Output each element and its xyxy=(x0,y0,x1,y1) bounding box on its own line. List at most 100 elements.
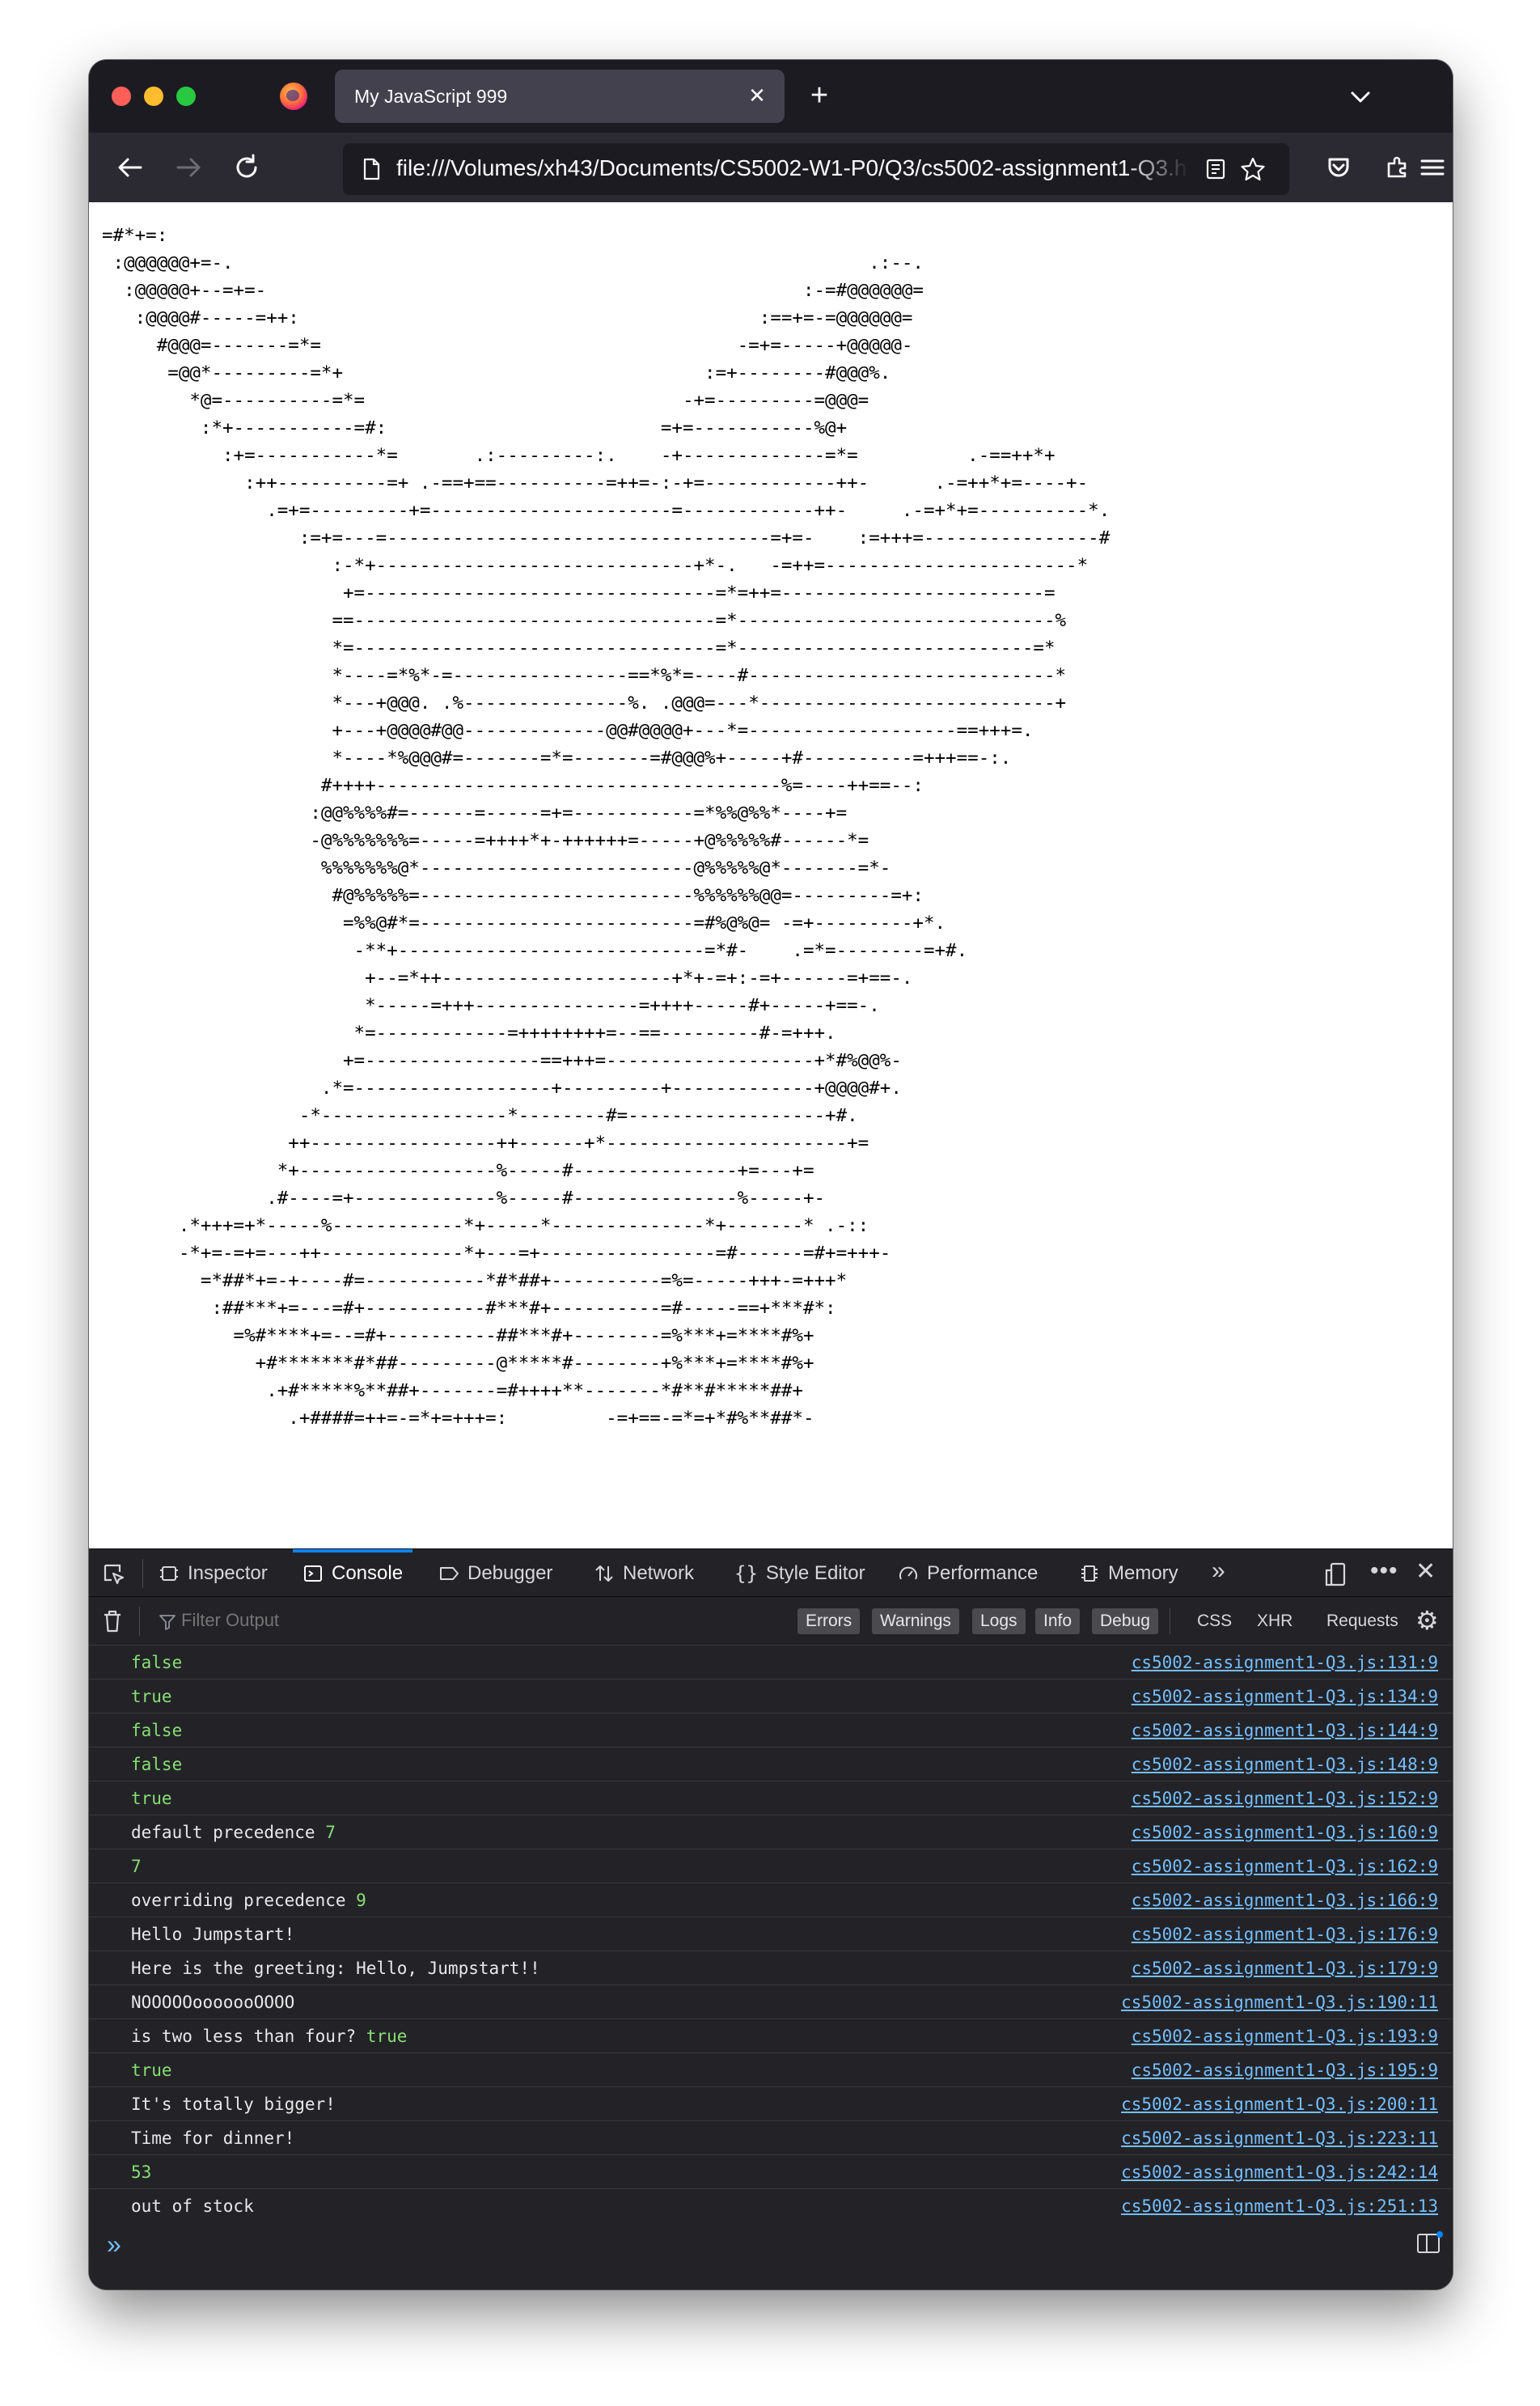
console-value-token: true xyxy=(131,1687,172,1706)
url-text[interactable]: file:///Volumes/xh43/Documents/CS5002-W1… xyxy=(396,152,1189,184)
filter-errors[interactable]: Errors xyxy=(798,1608,861,1634)
console-message-source-link[interactable]: cs5002-assignment1-Q3.js:144:9 xyxy=(1132,1721,1438,1740)
performance-icon xyxy=(899,1566,917,1580)
new-tab-button[interactable]: + xyxy=(801,78,838,115)
element-picker-icon[interactable] xyxy=(100,1561,128,1588)
filter-xhr[interactable]: XHR xyxy=(1249,1608,1301,1634)
filter-info[interactable]: Info xyxy=(1035,1608,1081,1634)
console-message-row: true cs5002-assignment1-Q3.js:134:9 xyxy=(89,1680,1453,1713)
list-all-tabs-icon[interactable] xyxy=(1343,79,1378,115)
style-editor-icon: {} xyxy=(734,1562,758,1585)
tab-close-icon[interactable]: ✕ xyxy=(744,83,770,108)
browser-tab[interactable]: My JavaScript 999 ✕ xyxy=(335,70,785,123)
zoom-window-button[interactable] xyxy=(176,87,196,106)
console-message-text: false xyxy=(131,1653,182,1672)
console-value-token: false xyxy=(131,1755,183,1774)
tab-label: Inspector xyxy=(188,1562,268,1584)
close-window-button[interactable] xyxy=(112,87,131,106)
bookmark-star-icon[interactable] xyxy=(1239,155,1267,183)
console-message-source-link[interactable]: cs5002-assignment1-Q3.js:190:11 xyxy=(1121,1993,1438,2012)
console-message-source-link[interactable]: cs5002-assignment1-Q3.js:200:11 xyxy=(1121,2095,1438,2114)
filter-output-input[interactable] xyxy=(181,1610,828,1631)
forward-icon[interactable] xyxy=(168,147,209,188)
menu-icon[interactable] xyxy=(1415,147,1453,188)
options-icon[interactable]: ••• xyxy=(1370,1557,1398,1585)
reload-icon[interactable] xyxy=(226,147,267,188)
network-icon xyxy=(595,1565,613,1582)
console-message-source-link[interactable]: cs5002-assignment1-Q3.js:242:14 xyxy=(1121,2162,1438,2182)
console-message-row: false cs5002-assignment1-Q3.js:148:9 xyxy=(89,1747,1453,1781)
page-content: =#*+=: :@@@@@@+=-. .:--. :@@@@@+--=+=- :… xyxy=(89,202,1453,1548)
console-icon xyxy=(304,1565,322,1582)
tab-bar: My JavaScript 999 ✕ + xyxy=(89,60,1453,133)
reader-view-icon[interactable] xyxy=(1204,157,1228,181)
tab-memory[interactable]: Memory xyxy=(1079,1549,1178,1598)
console-value-token: 9 xyxy=(356,1891,366,1910)
filter-debug[interactable]: Debug xyxy=(1092,1608,1158,1634)
console-message-row: false cs5002-assignment1-Q3.js:131:9 xyxy=(89,1646,1453,1680)
filter-divider xyxy=(139,1607,140,1636)
extensions-icon[interactable] xyxy=(1377,147,1417,188)
console-message-source-link[interactable]: cs5002-assignment1-Q3.js:160:9 xyxy=(1132,1823,1438,1842)
toolbar-divider xyxy=(142,1559,143,1588)
tab-debugger[interactable]: Debugger xyxy=(438,1549,552,1598)
console-message-text: true xyxy=(131,1789,172,1808)
console-input-row[interactable]: » xyxy=(89,2215,1453,2290)
console-message-source-link[interactable]: cs5002-assignment1-Q3.js:162:9 xyxy=(1132,1857,1438,1876)
console-message-text: Here is the greeting: Hello, Jumpstart!! xyxy=(131,1959,540,1978)
console-message-source-link[interactable]: cs5002-assignment1-Q3.js:179:9 xyxy=(1132,1959,1438,1978)
console-message-text: Time for dinner! xyxy=(131,2129,295,2148)
console-message-row: default precedence 7 cs5002-assignment1-Q… xyxy=(89,1815,1453,1849)
console-message-row: Here is the greeting: Hello, Jumpstart!!… xyxy=(89,1951,1453,1985)
console-message-source-link[interactable]: cs5002-assignment1-Q3.js:134:9 xyxy=(1132,1687,1438,1706)
tab-label: Network xyxy=(623,1562,695,1584)
responsive-design-icon[interactable] xyxy=(1323,1561,1351,1588)
console-settings-gear-icon[interactable]: ⚙ xyxy=(1415,1605,1439,1636)
page-file-icon[interactable] xyxy=(359,157,383,181)
filter-warnings[interactable]: Warnings xyxy=(872,1608,959,1634)
filter-logs[interactable]: Logs xyxy=(972,1608,1026,1634)
filter-requests[interactable]: Requests xyxy=(1318,1608,1407,1634)
console-message-text: It's totally bigger! xyxy=(131,2095,336,2114)
console-message-text: false xyxy=(131,1755,182,1774)
firefox-view-icon[interactable] xyxy=(280,83,307,110)
filter-css[interactable]: CSS xyxy=(1189,1608,1240,1634)
console-message-source-link[interactable]: cs5002-assignment1-Q3.js:251:13 xyxy=(1121,2196,1438,2216)
pocket-icon[interactable] xyxy=(1318,147,1359,188)
ascii-art: =#*+=: :@@@@@@+=-. .:--. :@@@@@+--=+=- :… xyxy=(102,225,1111,1429)
console-message-text: default precedence 7 xyxy=(131,1823,336,1842)
console-message-text: true xyxy=(131,1687,172,1706)
console-value-token: true xyxy=(366,2027,408,2046)
debugger-icon xyxy=(440,1567,459,1580)
console-message-source-link[interactable]: cs5002-assignment1-Q3.js:166:9 xyxy=(1132,1891,1438,1910)
back-icon[interactable] xyxy=(110,147,150,188)
console-message-text: is two less than four? true xyxy=(131,2027,408,2046)
editor-mode-icon[interactable] xyxy=(1415,2231,1443,2256)
tab-performance[interactable]: Performance xyxy=(898,1549,1038,1598)
clear-console-icon[interactable] xyxy=(100,1608,125,1634)
console-message-row: is two less than four? true cs5002-assign… xyxy=(89,2019,1453,2053)
tab-network[interactable]: Network xyxy=(594,1549,694,1598)
console-message-source-link[interactable]: cs5002-assignment1-Q3.js:223:11 xyxy=(1121,2129,1438,2148)
tab-inspector[interactable]: Inspector xyxy=(159,1549,268,1598)
minimize-window-button[interactable] xyxy=(144,87,163,106)
console-message-source-link[interactable]: cs5002-assignment1-Q3.js:176:9 xyxy=(1132,1925,1438,1944)
tab-label: Memory xyxy=(1108,1562,1178,1584)
more-tools-icon[interactable]: » xyxy=(1212,1557,1225,1585)
console-message-row: 7 cs5002-assignment1-Q3.js:162:9 xyxy=(89,1849,1453,1883)
console-message-row: 53 cs5002-assignment1-Q3.js:242:14 xyxy=(89,2155,1453,2189)
memory-icon xyxy=(1081,1565,1098,1582)
console-message-source-link[interactable]: cs5002-assignment1-Q3.js:148:9 xyxy=(1132,1755,1438,1774)
console-message-source-link[interactable]: cs5002-assignment1-Q3.js:195:9 xyxy=(1132,2061,1438,2080)
tab-title: My JavaScript 999 xyxy=(354,85,508,107)
close-devtools-icon[interactable]: ✕ xyxy=(1415,1557,1436,1586)
tab-label: Performance xyxy=(927,1562,1039,1584)
console-message-source-link[interactable]: cs5002-assignment1-Q3.js:152:9 xyxy=(1132,1789,1438,1808)
console-message-source-link[interactable]: cs5002-assignment1-Q3.js:131:9 xyxy=(1132,1653,1438,1672)
tab-style-editor[interactable]: {} Style Editor xyxy=(734,1549,865,1598)
inspector-icon xyxy=(160,1566,178,1581)
console-prompt-icon: » xyxy=(107,2230,121,2259)
tab-console[interactable]: Console xyxy=(292,1549,413,1598)
console-message-source-link[interactable]: cs5002-assignment1-Q3.js:193:9 xyxy=(1132,2027,1438,2046)
console-message-text: out of stock xyxy=(131,2196,254,2216)
